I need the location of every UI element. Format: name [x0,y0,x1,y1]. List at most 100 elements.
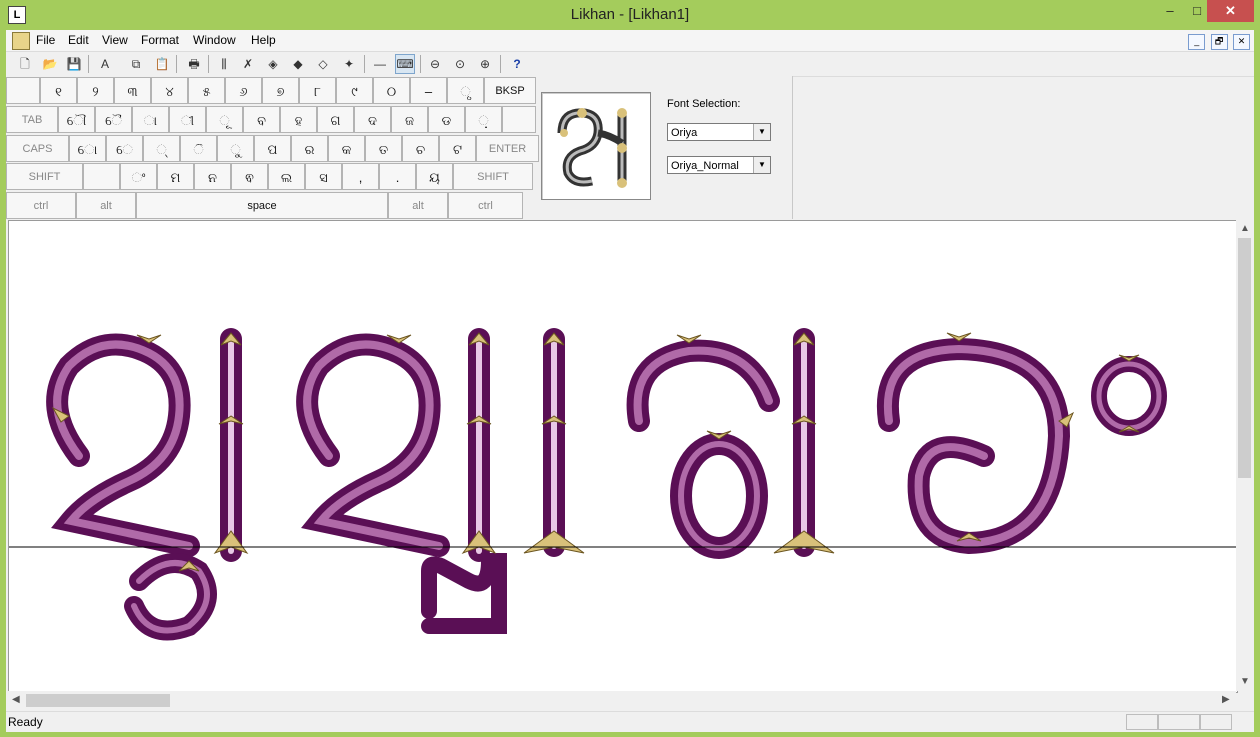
keyboard-key[interactable]: SHIFT [453,163,533,190]
zoom-fit-icon[interactable]: ⊙ [450,54,470,74]
keyboard-key[interactable]: ଚ [402,135,439,162]
keyboard-key[interactable]: SHIFT [6,163,83,190]
keyboard-key[interactable]: ନ [194,163,231,190]
document-canvas[interactable] [8,220,1238,693]
keyboard-key[interactable]: ୋ [69,135,106,162]
open-icon[interactable]: 📂 [40,54,60,74]
vertical-scrollbar[interactable]: ▲ ▼ [1236,220,1253,691]
keyboard-key[interactable]: ctrl [6,192,76,219]
keyboard-key[interactable] [6,77,40,104]
document-icon[interactable] [12,32,30,50]
menu-window[interactable]: Window [193,33,236,47]
keyboard-key[interactable]: େ [106,135,143,162]
save-icon[interactable]: 💾 [64,54,84,74]
keyboard-key[interactable]: BKSP [484,77,536,104]
keyboard-icon[interactable]: ⌨ [395,54,415,74]
vertical-scroll-thumb[interactable] [1238,238,1251,478]
keyboard-key[interactable]: ଂ [120,163,157,190]
keyboard-key[interactable]: ୈ [95,106,132,133]
keyboard-key[interactable]: ା [132,106,169,133]
horizontal-scrollbar[interactable]: ◀ ▶ [8,691,1236,709]
keyboard-key[interactable]: CAPS [6,135,69,162]
keyboard-key[interactable]: ଦ [354,106,391,133]
mdi-restore-button[interactable]: 🗗 [1210,34,1228,50]
keyboard-key[interactable]: – [410,77,447,104]
title-bar[interactable]: L Likhan - [Likhan1] – □ ✕ [0,0,1260,30]
keyboard-key[interactable]: ୀ [169,106,206,133]
mdi-minimize-button[interactable]: _ [1188,34,1206,50]
keyboard-key[interactable]: ୫ [188,77,225,104]
keyboard-key[interactable]: ୩ [114,77,151,104]
keyboard-key[interactable]: ୟ [416,163,453,190]
keyboard-key[interactable]: , [342,163,379,190]
keyboard-key[interactable]: ୌ [58,106,95,133]
menu-file[interactable]: File [36,33,55,47]
keyboard-key[interactable]: ctrl [448,192,523,219]
zoom-out-icon[interactable]: ⊖ [425,54,445,74]
keyboard-key[interactable]: ଗ [317,106,354,133]
menu-edit[interactable]: Edit [68,33,89,47]
keyboard-key[interactable]: alt [388,192,448,219]
keyboard-key[interactable]: ମ [157,163,194,190]
keyboard-key[interactable]: . [379,163,416,190]
keyboard-key[interactable]: alt [76,192,136,219]
menu-view[interactable]: View [102,33,128,47]
keyboard-key[interactable]: ୪ [151,77,188,104]
fill-effect-icon[interactable]: ✦ [339,54,359,74]
keyboard-key[interactable]: ୮ [299,77,336,104]
scroll-left-icon[interactable]: ◀ [12,694,20,705]
mdi-close-button[interactable]: ✕ [1233,34,1250,50]
keyboard-key[interactable]: ୧ [40,77,77,104]
fill-icon[interactable]: ◈ [263,54,283,74]
keyboard-key[interactable]: ଜ [391,106,428,133]
chevron-down-icon[interactable]: ▼ [753,124,770,140]
help-icon[interactable]: ? [507,54,527,74]
keyboard-key[interactable]: ବ [243,106,280,133]
font-select[interactable]: Oriya ▼ [667,123,771,141]
keyboard-key[interactable]: ୂ [206,106,243,133]
keyboard-key[interactable]: ର [291,135,328,162]
line-icon[interactable]: — [370,54,390,74]
font-style-select[interactable]: Oriya_Normal ▼ [667,156,771,174]
fill-outline-icon[interactable]: ◇ [313,54,333,74]
keyboard-key[interactable]: କ [328,135,365,162]
keyboard-key[interactable]: ସ [305,163,342,190]
new-file-icon[interactable]: 🗋 [15,54,35,74]
zoom-in-icon[interactable]: ⊕ [475,54,495,74]
scroll-up-icon[interactable]: ▲ [1240,223,1250,234]
paste-icon[interactable]: 📋 [152,54,172,74]
menu-help[interactable]: Help [251,33,276,47]
keyboard-key[interactable]: ଟ [439,135,476,162]
keyboard-key[interactable]: ଲ [268,163,305,190]
keyboard-key[interactable]: ୦ [373,77,410,104]
scroll-down-icon[interactable]: ▼ [1240,676,1250,687]
keyboard-key[interactable]: ଡ [428,106,465,133]
scroll-right-icon[interactable]: ▶ [1222,694,1230,705]
keyboard-key[interactable]: ପ [254,135,291,162]
keyboard-key[interactable]: ି [180,135,217,162]
keyboard-key[interactable]: ENTER [476,135,539,162]
keyboard-key[interactable]: ୯ [336,77,373,104]
keyboard-key[interactable]: TAB [6,106,58,133]
keyboard-key[interactable]: ୍ [143,135,180,162]
keyboard-key[interactable] [502,106,536,133]
keyboard-key[interactable]: ୨ [77,77,114,104]
menu-format[interactable]: Format [141,33,179,47]
keyboard-key[interactable]: space [136,192,388,219]
horizontal-scroll-thumb[interactable] [26,694,170,707]
keyboard-key[interactable]: ଼ [465,106,502,133]
delete-style-icon[interactable]: ✗ [238,54,258,74]
keyboard-key[interactable]: ହ [280,106,317,133]
chevron-down-icon[interactable]: ▼ [753,157,770,173]
copy-icon[interactable]: ⧉ [126,54,146,74]
close-button[interactable]: ✕ [1207,0,1254,22]
print-icon[interactable]: 🖶 [184,54,204,74]
keyboard-key[interactable]: ୬ [225,77,262,104]
keyboard-key[interactable] [83,163,120,190]
columns-icon[interactable]: ⫼ [214,54,234,74]
keyboard-key[interactable]: ୭ [262,77,299,104]
keyboard-key[interactable]: ଵ [231,163,268,190]
fill-color-icon[interactable]: ◆ [288,54,308,74]
font-icon[interactable]: A [95,54,115,74]
keyboard-key[interactable]: ୃ [447,77,484,104]
